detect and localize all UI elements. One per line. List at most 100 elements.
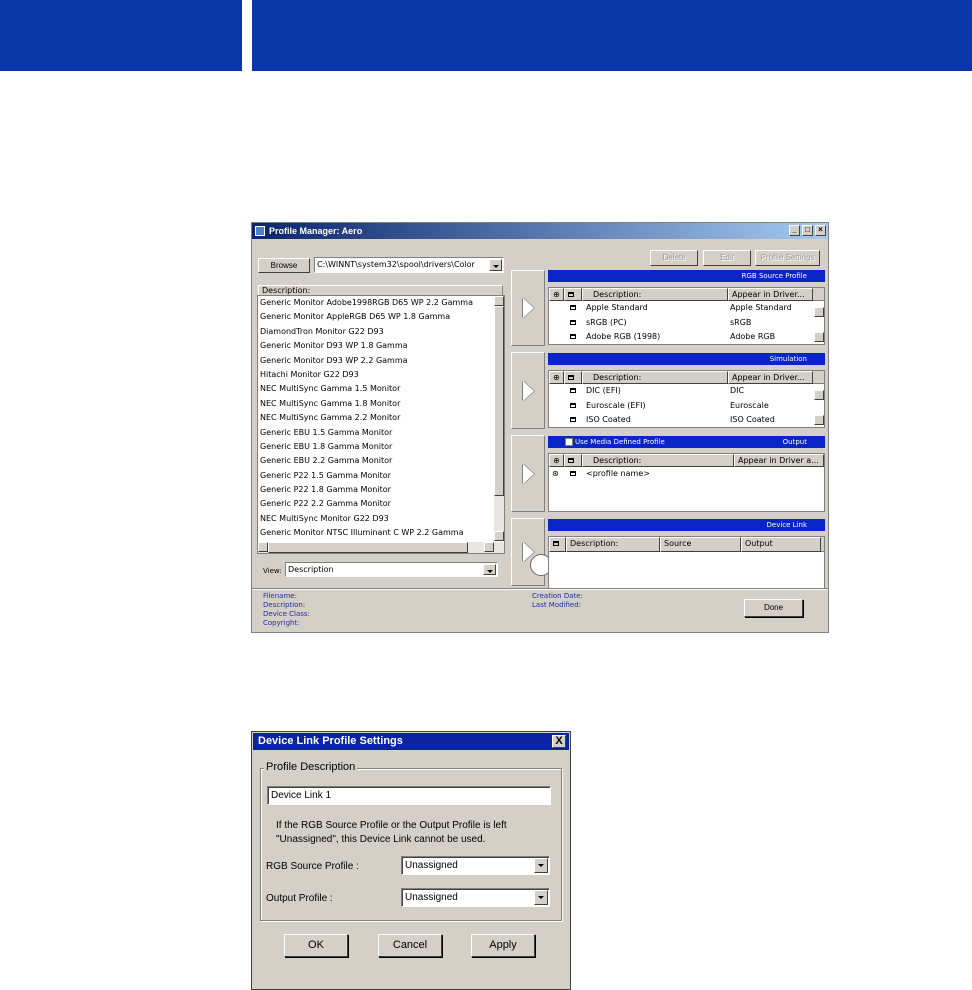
close-icon[interactable]: X bbox=[552, 735, 566, 748]
output-column[interactable]: Output bbox=[741, 537, 821, 552]
profile-list[interactable]: Generic Monitor Adobe1998RGB D65 WP 2.2 … bbox=[257, 295, 505, 554]
chevron-down-icon[interactable] bbox=[483, 564, 496, 575]
add-to-output-arrow-button[interactable] bbox=[511, 435, 545, 512]
lock-column-icon[interactable] bbox=[564, 288, 582, 301]
profile-manager-window: Profile Manager: Aero _ □ × Browse C:\WI… bbox=[251, 222, 829, 633]
list-item[interactable]: NEC MultiSync Gamma 2.2 Monitor bbox=[258, 411, 504, 425]
target-column-icon[interactable]: ⊕ bbox=[549, 371, 564, 384]
table-row[interactable]: sRGB (PC) sRGB bbox=[549, 316, 824, 331]
scroll-up-icon[interactable] bbox=[814, 307, 824, 317]
browse-button[interactable]: Browse bbox=[258, 258, 310, 273]
path-value: C:\WINNT\system32\spool\drivers\Color bbox=[317, 260, 475, 269]
list-item[interactable]: NEC MultiSync Gamma 1.8 Monitor bbox=[258, 397, 504, 411]
table-header: ⊕ Description: Appear in Driver... bbox=[549, 288, 824, 301]
list-item[interactable]: Hitachi Monitor G22 D93 bbox=[258, 368, 504, 382]
table-row[interactable]: DIC (EFI) DIC bbox=[549, 384, 824, 399]
scroll-right-icon[interactable] bbox=[484, 542, 494, 552]
scroll-left-icon[interactable] bbox=[258, 542, 268, 552]
scroll-down-icon[interactable] bbox=[494, 531, 504, 541]
description-input[interactable]: Device Link 1 bbox=[267, 786, 551, 805]
output-profile-label: Output Profile : bbox=[266, 893, 333, 904]
output-profile-dropdown[interactable]: Unassigned bbox=[401, 888, 550, 907]
device-link-dialog: Device Link Profile Settings X Profile D… bbox=[251, 731, 571, 990]
list-item[interactable]: Generic EBU 1.5 Gamma Monitor bbox=[258, 426, 504, 440]
table-row[interactable]: ISO Coated ISO Coated bbox=[549, 413, 824, 427]
view-dropdown[interactable]: Description bbox=[285, 562, 498, 577]
table-row[interactable]: Euroscale (EFI) Euroscale bbox=[549, 399, 824, 414]
scroll-up-icon[interactable] bbox=[494, 296, 504, 306]
device-link-section: Device Link Description: Source Output bbox=[548, 519, 825, 589]
simulation-table[interactable]: ⊕ Description: Appear in Driver... DIC (… bbox=[548, 370, 825, 428]
apply-button[interactable]: Apply bbox=[471, 934, 535, 957]
path-dropdown[interactable]: C:\WINNT\system32\spool\drivers\Color bbox=[314, 257, 504, 273]
rgb-source-dropdown[interactable]: Unassigned bbox=[401, 856, 550, 875]
appear-cell: sRGB bbox=[730, 317, 752, 327]
close-icon[interactable]: × bbox=[815, 225, 826, 236]
chevron-down-icon[interactable] bbox=[534, 890, 548, 905]
chevron-down-icon[interactable] bbox=[489, 259, 502, 271]
rgb-source-table[interactable]: ⊕ Description: Appear in Driver... Apple… bbox=[548, 287, 825, 345]
chevron-down-icon[interactable] bbox=[534, 858, 548, 873]
add-to-rgb-source-arrow-button[interactable] bbox=[511, 270, 545, 346]
lock-column-icon[interactable] bbox=[564, 371, 582, 384]
list-item[interactable]: NEC MultiSync Gamma 1.5 Monitor bbox=[258, 382, 504, 396]
scroll-thumb[interactable] bbox=[494, 306, 504, 496]
list-item[interactable]: Generic EBU 2.2 Gamma Monitor bbox=[258, 454, 504, 468]
device-class-label: Device Class: bbox=[263, 610, 310, 618]
table-row[interactable]: Apple Standard Apple Standard bbox=[549, 301, 824, 316]
table-row[interactable]: Adobe RGB (1998) Adobe RGB bbox=[549, 330, 824, 344]
list-item[interactable]: DiamondTron Monitor G22 D93 bbox=[258, 325, 504, 339]
table-row[interactable]: ⊛ <profile name> bbox=[549, 467, 824, 482]
list-item[interactable]: Generic P22 1.8 Gamma Monitor bbox=[258, 483, 504, 497]
media-defined-label: Use Media Defined Profile bbox=[575, 438, 665, 446]
list-item[interactable]: Generic Monitor NTSC Illuminant C WP 2.2… bbox=[258, 526, 504, 540]
maximize-icon[interactable]: □ bbox=[802, 225, 813, 236]
lock-column-icon[interactable] bbox=[549, 537, 566, 552]
description-cell: Apple Standard bbox=[586, 303, 648, 312]
description-column[interactable]: Description: bbox=[582, 288, 728, 301]
profile-settings-button[interactable]: Profile Settings bbox=[755, 250, 820, 266]
list-item[interactable]: NEC MultiSync Monitor G22 D93 bbox=[258, 512, 504, 526]
vertical-scrollbar[interactable] bbox=[494, 296, 504, 541]
appear-column[interactable]: Appear in Driver a... bbox=[734, 454, 824, 467]
description-column[interactable]: Description: bbox=[582, 371, 728, 384]
appear-cell: Euroscale bbox=[730, 400, 769, 410]
scroll-up-icon[interactable] bbox=[814, 390, 824, 400]
appear-column[interactable]: Appear in Driver... bbox=[728, 371, 813, 384]
output-table[interactable]: ⊕ Description: Appear in Driver a... ⊛ <… bbox=[548, 453, 825, 512]
hscroll-thumb[interactable] bbox=[268, 542, 468, 553]
description-column[interactable]: Description: bbox=[566, 537, 660, 552]
device-link-table[interactable]: Description: Source Output bbox=[548, 536, 825, 589]
source-column[interactable]: Source bbox=[660, 537, 741, 552]
media-defined-checkbox[interactable] bbox=[565, 438, 573, 446]
add-to-simulation-arrow-button[interactable] bbox=[511, 352, 545, 429]
list-item[interactable]: Generic Monitor Adobe1998RGB D65 WP 2.2 … bbox=[258, 296, 504, 310]
target-column-icon[interactable]: ⊕ bbox=[549, 454, 564, 467]
appear-cell: ISO Coated bbox=[730, 415, 775, 424]
horizontal-scrollbar[interactable] bbox=[258, 542, 504, 553]
lock-column-icon[interactable] bbox=[564, 454, 582, 467]
list-item[interactable]: Generic P22 2.2 Gamma Monitor bbox=[258, 497, 504, 511]
ok-button[interactable]: OK bbox=[284, 934, 348, 957]
minimize-icon[interactable]: _ bbox=[789, 225, 800, 236]
list-item[interactable]: Generic EBU 1.8 Gamma Monitor bbox=[258, 440, 504, 454]
appear-column[interactable]: Appear in Driver... bbox=[728, 288, 813, 301]
delete-button[interactable]: Delete bbox=[650, 250, 698, 266]
list-item[interactable]: Generic Monitor D93 WP 2.2 Gamma bbox=[258, 354, 504, 368]
simulation-section: Simulation ⊕ Description: Appear in Driv… bbox=[548, 353, 825, 428]
list-item[interactable]: Generic Monitor D93 WP 1.8 Gamma bbox=[258, 339, 504, 353]
edit-button[interactable]: Edit bbox=[703, 250, 751, 266]
cancel-button[interactable]: Cancel bbox=[378, 934, 442, 957]
list-item[interactable]: Generic P22 1.5 Gamma Monitor bbox=[258, 469, 504, 483]
rgb-source-section: RGB Source Profile ⊕ Description: Appear… bbox=[548, 270, 825, 345]
info-text-line2: "Unassigned", this Device Link cannot be… bbox=[276, 834, 486, 845]
profile-name-cell: <profile name> bbox=[586, 469, 650, 478]
done-button[interactable]: Done bbox=[744, 599, 803, 617]
description-column[interactable]: Description: bbox=[582, 454, 734, 467]
list-item[interactable]: Generic Monitor AppleRGB D65 WP 1.8 Gamm… bbox=[258, 310, 504, 324]
last-modified-label: Last Modified: bbox=[532, 601, 582, 609]
scroll-down-icon[interactable] bbox=[814, 332, 824, 342]
scroll-down-icon[interactable] bbox=[814, 415, 824, 425]
rgb-source-label: RGB Source Profile : bbox=[266, 861, 359, 872]
target-column-icon[interactable]: ⊕ bbox=[549, 288, 564, 301]
